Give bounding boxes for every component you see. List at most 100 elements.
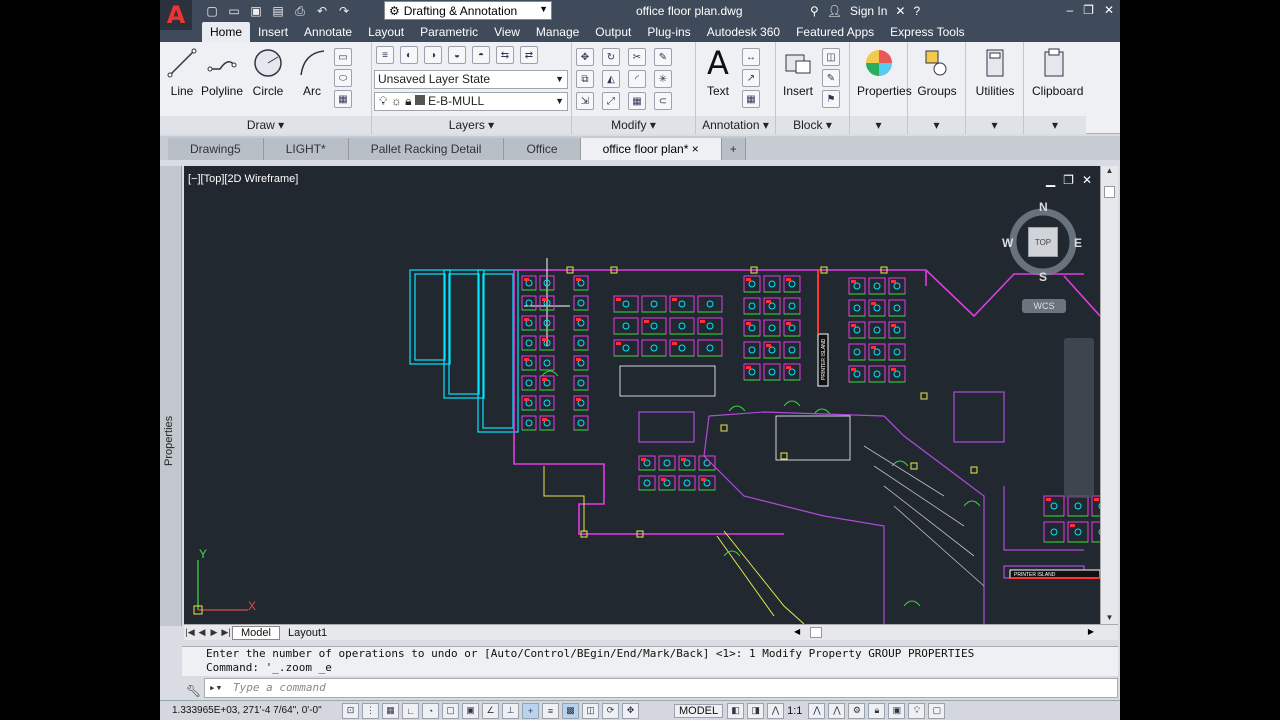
- tab-view[interactable]: View: [486, 22, 528, 42]
- scroll-left-arrow[interactable]: ◀: [794, 627, 800, 636]
- circle-tool[interactable]: Circle: [246, 46, 290, 98]
- annotation-scale-icon[interactable]: ⋀: [767, 702, 785, 719]
- undo-icon[interactable]: ↶: [314, 3, 330, 19]
- tab-output[interactable]: Output: [587, 22, 639, 42]
- last-layout-icon[interactable]: ▶|: [220, 627, 232, 638]
- offset-icon[interactable]: ⊂: [654, 92, 672, 110]
- tab-manage[interactable]: Manage: [528, 22, 587, 42]
- insert-tool[interactable]: Insert: [776, 46, 820, 98]
- ellipse-icon[interactable]: ⬭: [334, 69, 352, 87]
- tab-layout[interactable]: Layout: [360, 22, 412, 42]
- scale-icon[interactable]: ⤢: [602, 92, 620, 110]
- close-icon[interactable]: ×: [692, 142, 699, 156]
- doc-tab-light[interactable]: LIGHT*: [263, 138, 349, 160]
- restore-icon[interactable]: ❐: [1063, 173, 1074, 187]
- layers-panel-title[interactable]: Layers ▾: [372, 116, 571, 134]
- restore-icon[interactable]: ❐: [1083, 3, 1094, 17]
- minimize-icon[interactable]: ▁: [1046, 173, 1055, 187]
- viewcube[interactable]: TOP N S W E: [1002, 200, 1082, 286]
- scroll-right-arrow[interactable]: ▶: [1088, 627, 1094, 636]
- scroll-down-arrow[interactable]: ▼: [1101, 613, 1118, 622]
- command-input[interactable]: ▸▾ Type a command: [204, 678, 1118, 698]
- erase-icon[interactable]: ✎: [654, 48, 672, 66]
- tab-model[interactable]: Model: [232, 625, 280, 640]
- 3d-object-snap-icon[interactable]: ▣: [462, 702, 479, 719]
- clipboard-tool[interactable]: Clipboard: [1032, 46, 1083, 98]
- draw-panel-title[interactable]: Draw ▾: [160, 116, 371, 134]
- compass-north[interactable]: N: [1039, 200, 1048, 214]
- command-prompt-icon[interactable]: ▸▾: [209, 679, 222, 697]
- isolate-objects-icon[interactable]: 💡︎: [908, 702, 926, 719]
- copy-icon[interactable]: ⧉: [576, 70, 594, 88]
- compass-south[interactable]: S: [1039, 270, 1047, 284]
- dimension-icon[interactable]: ↔: [742, 48, 760, 66]
- redo-icon[interactable]: ↷: [336, 3, 352, 19]
- layer-match-icon[interactable]: ⇆: [496, 46, 514, 64]
- save-as-icon[interactable]: ▤: [270, 3, 286, 19]
- annotation-monitor-icon[interactable]: ✥: [622, 702, 639, 719]
- hardware-acceleration-icon[interactable]: ▣: [888, 702, 906, 719]
- modify-panel-title[interactable]: Modify ▾: [572, 116, 695, 134]
- object-snap-icon[interactable]: ▢: [442, 702, 459, 719]
- transparency-icon[interactable]: ▩: [562, 702, 579, 719]
- tab-layout1[interactable]: Layout1: [280, 627, 335, 639]
- infer-constraints-icon[interactable]: ⊡: [342, 702, 359, 719]
- arc-tool[interactable]: Arc: [290, 46, 334, 98]
- tab-autodesk-360[interactable]: Autodesk 360: [699, 22, 788, 42]
- doc-tab-drawing5[interactable]: Drawing5: [168, 138, 264, 160]
- layer-lock-icon[interactable]: ◓: [472, 46, 490, 64]
- polar-tracking-icon[interactable]: ◔: [422, 702, 439, 719]
- create-block-icon[interactable]: ◫: [822, 48, 840, 66]
- scroll-thumb[interactable]: [1104, 186, 1115, 198]
- close-icon[interactable]: ✕: [1082, 173, 1092, 187]
- compass-west[interactable]: W: [1002, 236, 1013, 250]
- block-attribute-icon[interactable]: ⚑: [822, 90, 840, 108]
- tab-home[interactable]: Home: [202, 22, 251, 42]
- trim-icon[interactable]: ✂: [628, 48, 646, 66]
- coordinate-readout[interactable]: 1.333965E+03, 271'-4 7/64", 0'-0": [160, 705, 342, 716]
- layer-off-icon[interactable]: ◐: [400, 46, 418, 64]
- clipboard-panel-expander[interactable]: ▾: [1024, 116, 1086, 134]
- compass-east[interactable]: E: [1074, 236, 1082, 250]
- array-icon[interactable]: ▦: [628, 92, 646, 110]
- annotation-panel-title[interactable]: Annotation ▾: [696, 116, 775, 134]
- help-icon[interactable]: ?: [913, 4, 920, 18]
- hatch-icon[interactable]: ▦: [334, 90, 352, 108]
- scroll-thumb[interactable]: [810, 627, 822, 638]
- layer-state-combo[interactable]: Unsaved Layer State ▼: [374, 70, 568, 89]
- prev-layout-icon[interactable]: ◀: [196, 627, 208, 638]
- grid-display-icon[interactable]: ▦: [382, 702, 399, 719]
- workspace-select[interactable]: ⚙ Drafting & Annotation ▼: [384, 1, 552, 20]
- quick-view-layouts-icon[interactable]: ◧: [727, 702, 745, 719]
- exchange-icon[interactable]: ✕: [895, 4, 905, 18]
- edit-block-icon[interactable]: ✎: [822, 69, 840, 87]
- dynamic-input-icon[interactable]: +: [522, 702, 539, 719]
- viewport-controls-label[interactable]: [−][Top][2D Wireframe]: [188, 173, 298, 185]
- stretch-icon[interactable]: ⇲: [576, 92, 594, 110]
- utilities-panel-expander[interactable]: ▾: [966, 116, 1023, 134]
- wcs-menu[interactable]: WCS: [1022, 299, 1066, 313]
- next-layout-icon[interactable]: ▶: [208, 627, 220, 638]
- object-snap-tracking-icon[interactable]: ∠: [482, 702, 499, 719]
- annotation-scale-value[interactable]: 1:1: [787, 705, 802, 717]
- first-layout-icon[interactable]: |◀: [184, 627, 196, 638]
- new-tab-button[interactable]: +: [721, 138, 746, 160]
- model-space-button[interactable]: MODEL: [674, 703, 724, 718]
- tab-featured-apps[interactable]: Featured Apps: [788, 22, 882, 42]
- rectangle-icon[interactable]: ▭: [334, 48, 352, 66]
- plot-icon[interactable]: ⎙: [292, 3, 308, 19]
- quick-view-drawings-icon[interactable]: ◨: [747, 702, 765, 719]
- application-menu-button[interactable]: A: [160, 0, 192, 30]
- ortho-mode-icon[interactable]: ∟: [402, 702, 419, 719]
- block-panel-title[interactable]: Block ▾: [776, 116, 849, 134]
- leader-icon[interactable]: ↗: [742, 69, 760, 87]
- tab-annotate[interactable]: Annotate: [296, 22, 360, 42]
- annotation-visibility-icon[interactable]: ⋀: [808, 702, 826, 719]
- new-icon[interactable]: ▢: [204, 3, 220, 19]
- snap-mode-icon[interactable]: ⋮: [362, 702, 379, 719]
- table-icon[interactable]: ▦: [742, 90, 760, 108]
- explode-icon[interactable]: ✳: [654, 70, 672, 88]
- fillet-icon[interactable]: ◜: [628, 70, 646, 88]
- navigation-bar[interactable]: [1064, 338, 1094, 498]
- drawing-area[interactable]: PRINTER ISLAND PRINTER ISLAND Y X [−][To…: [184, 166, 1100, 624]
